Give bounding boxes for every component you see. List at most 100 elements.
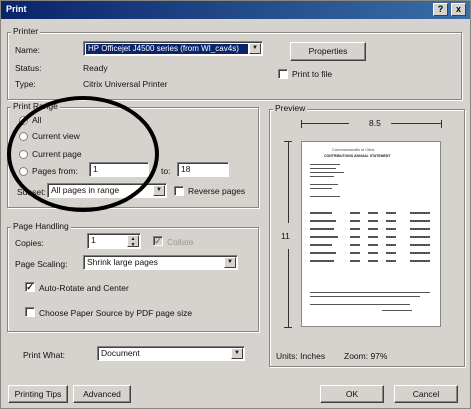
page-scaling-value: Shrink large pages <box>87 257 158 267</box>
pages-to-label: to: <box>161 166 171 176</box>
preview-text-line <box>310 184 338 185</box>
pages-to-input[interactable]: 18 <box>177 162 229 177</box>
print-to-file-checkbox[interactable] <box>278 69 288 79</box>
preview-text-line <box>310 176 334 177</box>
ruler-tick-right <box>441 120 442 128</box>
preview-table-cell <box>386 236 396 238</box>
page-scaling-select[interactable]: Shrink large pages ▼ <box>83 255 238 270</box>
printer-type-value: Citrix Universal Printer <box>83 79 168 89</box>
printer-name-select[interactable]: HP Officejet J4500 series (from WI_cav4s… <box>83 41 263 56</box>
vruler-line-top <box>288 141 289 223</box>
preview-table-cell <box>350 212 360 214</box>
preview-zoom-label: Zoom: 97% <box>344 351 388 361</box>
page-handling-group-label: Page Handling <box>11 221 71 231</box>
preview-table-cell <box>410 228 430 230</box>
preview-page-thumbnail: Commonwealth of Citrix CONTRIBUTIONS ANN… <box>301 141 441 327</box>
preview-table-cell <box>410 236 430 238</box>
copies-label: Copies: <box>15 238 44 248</box>
preview-table-cell <box>368 220 378 222</box>
preview-table-cell <box>368 252 378 254</box>
preview-table-cell <box>350 260 360 262</box>
preview-table-row <box>310 244 332 246</box>
preview-table-cell <box>350 236 360 238</box>
preview-table-cell <box>350 252 360 254</box>
preview-table-cell <box>410 252 430 254</box>
preview-text-line <box>310 304 410 305</box>
preview-width-label: 8.5 <box>369 118 381 128</box>
preview-table-cell <box>368 228 378 230</box>
title-bar: Print ? x <box>1 1 470 19</box>
paper-source-label: Choose Paper Source by PDF page size <box>39 308 193 318</box>
preview-table-row <box>310 212 332 214</box>
preview-table-cell <box>410 220 430 222</box>
preview-units-label: Units: Inches <box>276 351 326 361</box>
advanced-button[interactable]: Advanced <box>73 385 131 403</box>
printer-name-label: Name: <box>15 45 41 55</box>
print-what-select[interactable]: Document ▼ <box>97 346 245 361</box>
preview-text-line <box>382 310 412 311</box>
preview-text-line <box>310 172 344 173</box>
ok-button[interactable]: OK <box>320 385 384 403</box>
chevron-down-icon[interactable]: ▼ <box>249 43 261 54</box>
preview-table-cell <box>410 212 430 214</box>
chevron-down-icon[interactable]: ▼ <box>224 257 236 268</box>
preview-table-row <box>310 228 334 230</box>
preview-table-cell <box>350 220 360 222</box>
preview-table-cell <box>368 244 378 246</box>
preview-table-cell <box>350 244 360 246</box>
chevron-down-icon[interactable]: ▼ <box>153 185 165 196</box>
preview-table-cell <box>386 212 396 214</box>
help-button[interactable]: ? <box>433 3 448 16</box>
printer-group-label: Printer <box>11 26 41 36</box>
auto-rotate-checkbox[interactable]: ✓ <box>25 282 35 292</box>
close-button[interactable]: x <box>451 3 466 16</box>
collate-label: Collate <box>167 237 194 247</box>
cancel-button[interactable]: Cancel <box>394 385 458 403</box>
preview-table-cell <box>368 212 378 214</box>
preview-height-label: 11 <box>281 231 290 241</box>
preview-text-line <box>310 168 336 169</box>
reverse-pages-checkbox[interactable] <box>174 186 184 196</box>
preview-table-cell <box>386 228 396 230</box>
preview-table-cell <box>410 244 430 246</box>
print-what-label: Print What: <box>23 350 66 360</box>
preview-table-cell <box>386 252 396 254</box>
preview-table-cell <box>410 260 430 262</box>
preview-text-line <box>310 296 420 297</box>
properties-button[interactable]: Properties <box>290 42 366 61</box>
preview-table-row <box>310 236 338 238</box>
preview-table-cell <box>386 260 396 262</box>
preview-text-line <box>310 188 332 189</box>
vruler-line-bottom <box>288 249 289 327</box>
window-title: Print <box>6 4 27 14</box>
chevron-down-icon[interactable]: ▼ <box>231 348 243 359</box>
preview-doc-subtitle: CONTRIBUTIONS ANNUAL STATEMENT <box>324 154 391 158</box>
stepper-icon[interactable]: ▲ ▼ <box>127 235 139 248</box>
printer-type-label: Type: <box>15 79 36 89</box>
vruler-tick-bottom <box>284 327 292 328</box>
preview-doc-title: Commonwealth of Citrix <box>332 147 375 152</box>
ruler-line-right <box>391 123 441 124</box>
ruler-tick-left <box>301 120 302 128</box>
annotation-circle <box>7 96 159 212</box>
preview-table-cell <box>368 236 378 238</box>
reverse-pages-label: Reverse pages <box>188 186 246 196</box>
preview-text-line <box>310 164 340 165</box>
copies-value: 1 <box>91 235 96 245</box>
collate-checkbox[interactable]: ✓ <box>153 236 163 246</box>
printer-status-value: Ready <box>83 63 108 73</box>
page-scaling-label: Page Scaling: <box>15 259 68 269</box>
print-to-file-label: Print to file <box>292 69 333 79</box>
printer-name-value: HP Officejet J4500 series (from WI_cav4s… <box>86 44 248 54</box>
preview-table-row <box>310 220 336 222</box>
paper-source-checkbox[interactable] <box>25 307 35 317</box>
printing-tips-button[interactable]: Printing Tips <box>8 385 68 403</box>
preview-table-row <box>310 252 336 254</box>
preview-table-cell <box>350 228 360 230</box>
preview-table-cell <box>386 244 396 246</box>
copies-input[interactable]: 1 ▲ ▼ <box>87 233 141 249</box>
preview-table-row <box>310 260 334 262</box>
preview-table-cell <box>386 220 396 222</box>
preview-text-line <box>310 292 430 293</box>
ruler-line-left <box>301 123 349 124</box>
